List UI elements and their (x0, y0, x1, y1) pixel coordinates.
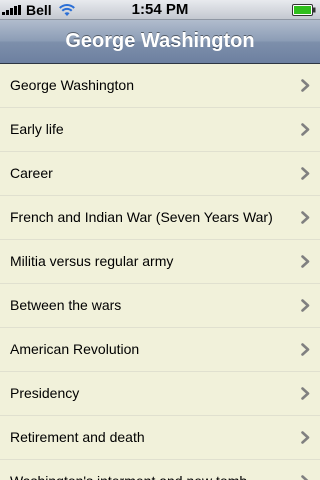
list-item[interactable]: Career (0, 152, 320, 196)
list-item[interactable]: Militia versus regular army (0, 240, 320, 284)
chevron-right-icon (301, 387, 310, 400)
chevron-right-icon (301, 475, 309, 480)
list-item-label: Presidency (10, 385, 80, 401)
list-item-label: Retirement and death (10, 429, 145, 445)
list-item-label: Early life (10, 121, 64, 137)
navigation-bar: George Washington (0, 20, 320, 64)
list-item-label: Career (10, 165, 53, 181)
chevron-right-icon (301, 123, 310, 136)
list-item[interactable]: Presidency (0, 372, 320, 416)
battery-icon (292, 4, 316, 16)
list-item-label: Between the wars (10, 297, 122, 313)
table-list[interactable]: George Washington Early life Career French … (0, 64, 320, 480)
list-item-label: George Washington (10, 77, 134, 93)
list-item[interactable]: American Revolution (0, 328, 320, 372)
list-item[interactable]: Retirement and death (0, 416, 320, 460)
status-time: 1:54 PM (131, 1, 189, 18)
chevron-right-icon (301, 211, 310, 224)
list-item-label: Militia versus regular army (10, 253, 174, 269)
list-item[interactable]: Between the wars (0, 284, 320, 328)
list-item-label: Washington's interment and new tomb (10, 460, 290, 480)
chevron-right-icon (301, 79, 310, 92)
list-item[interactable]: Washington's interment and new tomb (0, 460, 320, 480)
status-bar: Bell 1:54 PM (0, 0, 320, 20)
screen: Bell 1:54 PM George Washington George Wa… (0, 0, 320, 480)
list-item[interactable]: George Washington (0, 64, 320, 108)
chevron-right-icon (301, 255, 310, 268)
list-item[interactable]: Early life (0, 108, 320, 152)
chevron-right-icon (301, 431, 310, 444)
chevron-right-icon (301, 299, 310, 312)
chevron-right-icon (301, 343, 310, 356)
list-item-label: American Revolution (10, 341, 140, 357)
list-item[interactable]: French and Indian War (Seven Years War) (0, 196, 320, 240)
chevron-right-icon (301, 167, 310, 180)
list-item-label: French and Indian War (Seven Years War) (10, 209, 273, 225)
page-title: George Washington (65, 30, 255, 52)
